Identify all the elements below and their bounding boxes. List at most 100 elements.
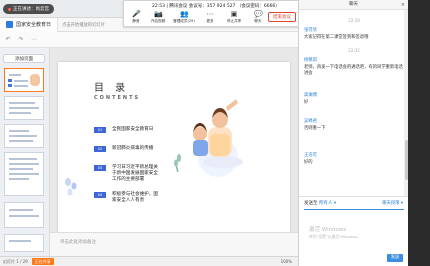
more-label: 更多 [206, 19, 214, 23]
members-icon: 👥 [180, 10, 189, 18]
document-hint: 点击开始播放的幻灯片 [62, 22, 105, 28]
thumb-line [9, 74, 21, 76]
close-icon[interactable]: × [401, 0, 405, 10]
thumb-line [9, 112, 31, 114]
message-body: 否则重一下 [304, 126, 326, 131]
chat-message: 高澜博 好 [304, 92, 404, 105]
thumb-line [9, 168, 33, 170]
more-icon[interactable]: ⋯ [30, 36, 38, 44]
redo-icon[interactable]: ↷ [17, 36, 25, 44]
toc-number: 01 [94, 127, 106, 133]
thumb-line [9, 158, 37, 160]
recording-dot-icon [8, 7, 11, 11]
chat-title: 聊天 [349, 2, 358, 7]
send-to-target[interactable]: 所有人 ▾ [319, 201, 336, 206]
message-sender: 张可欣 [304, 28, 317, 33]
toc-item: 02 新冠肺炎病毒的传播 [94, 146, 158, 152]
zoom-level[interactable]: 100% [281, 259, 292, 264]
add-slide-button[interactable]: 添加页面 [3, 54, 45, 63]
send-to[interactable]: 发送至 所有人 ▾ [304, 200, 336, 206]
camera-icon: 📷 [154, 10, 163, 18]
thumb-line [9, 107, 39, 109]
thumb-line [9, 215, 39, 217]
thumb-line [9, 240, 31, 242]
slide-thumbnail[interactable] [4, 68, 44, 92]
slide-thumbnail[interactable] [4, 124, 44, 148]
more-button[interactable]: ⋯ 更多 [200, 11, 220, 25]
message-sender: 王浩可 [304, 153, 317, 158]
chat-permission-dropdown[interactable]: 聊天权限 ▾ [382, 200, 403, 206]
send-button[interactable]: 发送 [387, 254, 403, 262]
message-body: 好 [304, 100, 309, 105]
message-body: 老师，再发一下电话会的通话吧，有的同学重新电话进会 [304, 65, 403, 76]
notes-panel[interactable]: 单击此处添加备注 [50, 232, 298, 256]
toc-text: 学习日习近平新总理关于新中国发展国家安全工作的主要部署 [112, 165, 158, 182]
thumb-line [9, 135, 37, 137]
recording-label: 正在讲述：尚云宫 [13, 7, 49, 12]
activate-windows-watermark: 激活 Windows [309, 227, 347, 233]
toc-text: 积极参与社会维护，国家安全人人有责 [112, 192, 158, 203]
stop-share-label: 停止共享 [226, 19, 242, 23]
slide-decoration [65, 99, 243, 196]
document-tab[interactable]: 国家安全教育日 [0, 17, 59, 32]
slide-thumbnail[interactable] [4, 234, 44, 252]
chat-header: 聊天 × [299, 0, 408, 10]
slide-counter: 幻灯片 1 / 29 [3, 258, 28, 264]
thumb-line [14, 80, 28, 82]
document-title: 国家安全教育日 [16, 22, 52, 28]
plant-illustration [174, 154, 181, 173]
slide-thumbnail[interactable] [4, 96, 44, 120]
send-to-label: 发送至 [304, 201, 318, 206]
desktop-background [408, 0, 430, 266]
balloon-illustration [65, 178, 77, 196]
message-body: 好的 [304, 160, 313, 165]
chat-input-area: 发送至 所有人 ▾ 聊天权限 ▾ 激活 Windows 转到"设置"以激活 Wi… [299, 196, 409, 266]
chat-message: 吴婷君 否则重一下 [304, 118, 404, 131]
toc-text: 全民国家安全教育日 [112, 127, 154, 132]
app-logo-icon [6, 21, 13, 28]
meeting-id: 腾讯会议 会议号：357 924 527 （会议密码：6666） [169, 4, 280, 9]
more-dots-icon: ⋯ [206, 10, 214, 18]
undo-icon[interactable]: ↶ [4, 36, 12, 44]
mute-button[interactable]: 🎤 静音 [126, 11, 146, 25]
thumb-bar [8, 79, 12, 82]
microphone-icon: 🎤 [132, 10, 141, 18]
toc-number: 02 [94, 146, 106, 152]
chat-button[interactable]: 💬 聊天 [248, 11, 268, 25]
chat-window: 聊天 × 22:28 张可欣 大家记得在第二课堂签到和签退哦 22:32 杨佩琪… [298, 0, 409, 266]
toc-number: 03 [94, 165, 106, 171]
meeting-toolbar: 22:53 | 腾讯会议 会议号：357 924 527 （会议密码：6666）… [123, 0, 303, 27]
status-bar: 幻灯片 1 / 29 正在共享 100% [0, 256, 298, 266]
end-meeting-button[interactable]: 结束会议 [268, 12, 296, 22]
editor-toolbar: ↶ ↷ ⋯ [0, 32, 298, 48]
chat-message: 王浩可 好的 [304, 152, 404, 165]
thumb-line [9, 163, 39, 165]
thumb-line [9, 130, 29, 132]
thumb-line [9, 173, 39, 175]
activate-windows-subtext: 转到"设置"以激活 Windows。 [309, 234, 362, 239]
thumb-line [9, 102, 35, 104]
chat-input-field[interactable] [304, 209, 404, 210]
thumb-line [9, 209, 33, 211]
video-button[interactable]: 📷 开启视频 [148, 11, 168, 25]
chat-message: 杨佩琪 老师，再发一下电话会的通话吧，有的同学重新电话进会 [304, 57, 404, 76]
toc-number: 04 [94, 192, 106, 198]
thumb-line [9, 140, 33, 142]
chat-message: 张可欣 大家记得在第二课堂签到和签退哦 [304, 27, 404, 40]
slide-thumbnail-panel: 添加页面 [0, 48, 50, 256]
message-time: 22:32 [348, 48, 360, 53]
presentation-app: 正在讲述：尚云宫 国家安全教育日 点击开始播放的幻灯片 ↶ ↷ ⋯ 添加页面 目… [0, 0, 298, 266]
thumb-bar [8, 84, 12, 87]
members-label: 管理成员(29) [173, 19, 195, 23]
stop-share-button[interactable]: ▣ 停止共享 [224, 11, 244, 25]
slide-thumbnail[interactable] [4, 152, 44, 196]
current-slide[interactable]: 目 录 CONTENTS 01 全民国家安全教育日 02 新冠肺炎病毒的传播 0… [58, 62, 290, 232]
recording-indicator[interactable]: 正在讲述：尚云宫 [3, 4, 54, 14]
slide-thumbnail[interactable] [4, 202, 44, 228]
message-sender: 高澜博 [304, 93, 317, 98]
thumb-line [9, 178, 29, 180]
toc-item: 01 全民国家安全教育日 [94, 127, 158, 133]
chat-text-area[interactable]: 激活 Windows 转到"设置"以激活 Windows。 [299, 217, 409, 247]
manage-members-button[interactable]: 👥 管理成员(29) [172, 11, 196, 25]
chat-label: 聊天 [254, 19, 262, 23]
